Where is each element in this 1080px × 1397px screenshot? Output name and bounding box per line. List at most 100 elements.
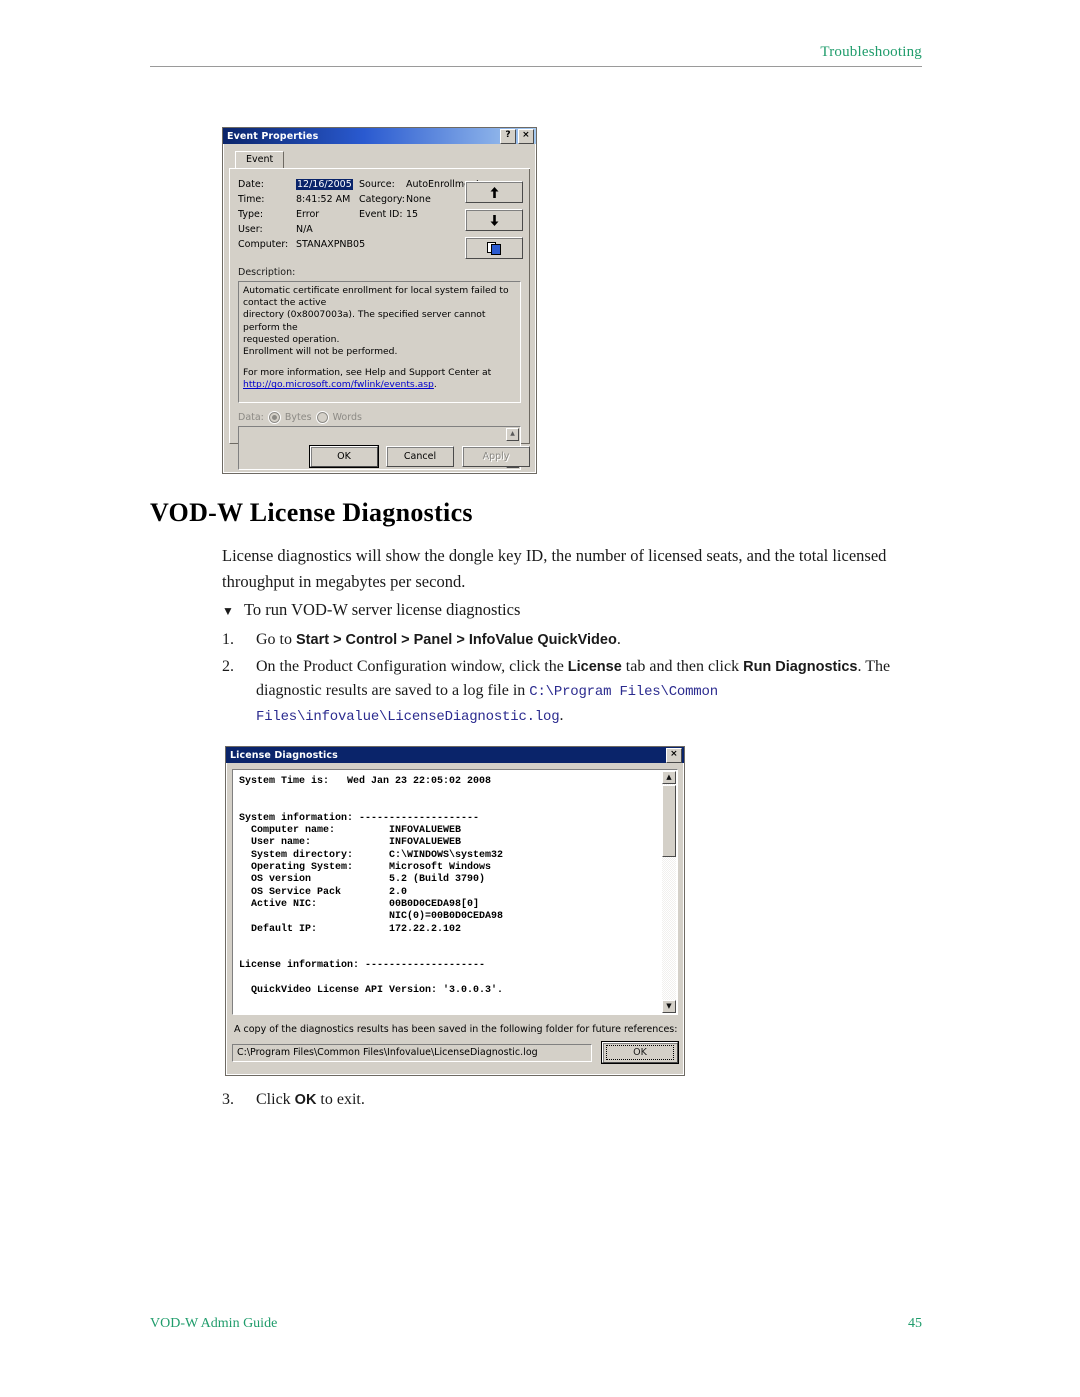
step-3-number: 3. <box>222 1091 234 1108</box>
type-value: Error <box>296 209 320 220</box>
data-format-row: Data: Bytes Words <box>238 412 521 423</box>
event-properties-body: Event Date: 12/16/2005 Source: AutoEnrol… <box>223 144 536 470</box>
copy-button[interactable] <box>465 237 523 259</box>
date-label: Date: <box>238 179 264 190</box>
radio-words-label[interactable]: Words <box>333 412 362 423</box>
description-line-5: For more information, see Help and Suppo… <box>243 367 492 379</box>
step-2-part-3: Run Diagnostics <box>743 659 858 675</box>
diagnostics-output-panel[interactable]: System Time is: Wed Jan 23 22:05:02 2008… <box>232 769 678 1015</box>
eventid-label: Event ID: <box>359 209 403 220</box>
diagnostics-scrollbar[interactable]: ▲ ▼ <box>662 771 676 1013</box>
source-label: Source: <box>359 179 395 190</box>
description-line-1: Automatic certificate enrollment for loc… <box>243 285 509 309</box>
support-center-link[interactable]: http://go.microsoft.com/fwlink/events.as… <box>243 379 434 390</box>
description-link-tail: . <box>433 379 437 391</box>
user-value: N/A <box>296 224 313 235</box>
list-item: 1. Go to Start > Control > Panel > InfoV… <box>222 628 922 652</box>
step-2-part-1: License <box>567 659 622 675</box>
category-value: None <box>406 194 431 205</box>
scrollbar-track[interactable] <box>662 857 676 1000</box>
description-line-2: directory (0x8007003a). The specified se… <box>243 309 486 333</box>
step-3-part-0: Click <box>256 1091 295 1108</box>
page-title: VOD-W License Diagnostics <box>150 498 473 527</box>
radio-bytes-icon[interactable] <box>268 412 280 423</box>
scroll-up-icon[interactable]: ▲ <box>506 428 519 441</box>
eventid-value: 15 <box>406 209 419 220</box>
event-fields: Date: 12/16/2005 Source: AutoEnrollment … <box>238 179 523 265</box>
page-footer: VOD-W Admin Guide 45 <box>150 1316 922 1332</box>
page-running-header: Troubleshooting <box>150 44 922 67</box>
diagnostics-output-text: System Time is: Wed Jan 23 22:05:02 2008… <box>239 776 504 997</box>
step-2-part-0: On the Product Configuration window, cli… <box>256 658 568 675</box>
focus-outline <box>606 1045 674 1060</box>
intro-paragraph: License diagnostics will show the dongle… <box>222 546 887 591</box>
license-diagnostics-body: System Time is: Wed Jan 23 22:05:02 2008… <box>226 763 684 1075</box>
license-diagnostics-title: License Diagnostics <box>230 749 338 761</box>
close-icon[interactable]: × <box>518 128 534 144</box>
step-3-part-2: to exit. <box>316 1091 365 1108</box>
event-nav-buttons <box>465 181 523 265</box>
time-value: 8:41:52 AM <box>296 194 351 205</box>
scroll-down-icon[interactable]: ▼ <box>662 1000 676 1013</box>
step-3-part-1: OK <box>294 1092 317 1108</box>
apply-button: Apply <box>462 446 530 467</box>
date-value-text: 12/16/2005 <box>296 179 353 190</box>
previous-event-button[interactable] <box>465 181 523 203</box>
radio-bytes-label[interactable]: Bytes <box>285 412 312 423</box>
cancel-button[interactable]: Cancel <box>386 446 454 467</box>
event-tab-panel: Date: 12/16/2005 Source: AutoEnrollment … <box>229 169 530 470</box>
category-label: Category: <box>359 194 405 205</box>
footer-page-number: 45 <box>908 1316 922 1331</box>
step-2-part-6: . <box>559 707 564 724</box>
help-icon[interactable]: ? <box>500 128 516 144</box>
log-path-field[interactable]: C:\Program Files\Common Files\Infovalue\… <box>232 1043 592 1062</box>
description-link-row: http://go.microsoft.com/fwlink/events.as… <box>243 379 516 391</box>
step-3-text: Click OK to exit. <box>256 1088 365 1112</box>
event-properties-titlebar: Event Properties ? × <box>223 128 536 144</box>
data-label: Data: <box>238 412 264 423</box>
description-gap <box>243 358 516 367</box>
event-tabstrip: Event <box>229 151 530 169</box>
footer-guide-name: VOD-W Admin Guide <box>150 1316 278 1331</box>
description-line-4: Enrollment will not be performed. <box>243 346 398 358</box>
event-properties-title: Event Properties <box>227 130 319 142</box>
ok-button[interactable]: OK <box>601 1041 679 1064</box>
list-item: 3. Click OK to exit. <box>222 1088 365 1112</box>
type-label: Type: <box>238 209 264 220</box>
saved-copy-note: A copy of the diagnostics results has be… <box>234 1024 678 1035</box>
list-item: 2. On the Product Configuration window, … <box>222 655 922 729</box>
header-rule <box>150 66 922 67</box>
tab-event[interactable]: Event <box>235 151 285 168</box>
ok-button[interactable]: OK <box>309 445 379 468</box>
triangle-marker-icon: ▼ <box>222 604 234 618</box>
step-1-text: Go to Start > Control > Panel > InfoValu… <box>256 628 922 652</box>
step-1-number: 1. <box>222 631 234 648</box>
description-textarea[interactable]: Automatic certificate enrollment for loc… <box>238 281 521 403</box>
computer-value: STANAXPNB05 <box>296 239 366 250</box>
event-dialog-buttons: OK Cancel Apply <box>229 445 530 468</box>
date-value: 12/16/2005 <box>296 179 353 190</box>
license-diagnostics-footer: C:\Program Files\Common Files\Infovalue\… <box>232 1041 679 1064</box>
down-arrow-icon <box>490 214 498 226</box>
user-label: User: <box>238 224 263 235</box>
header-title: Troubleshooting <box>820 44 922 60</box>
scroll-up-icon[interactable]: ▲ <box>662 771 676 784</box>
next-event-button[interactable] <box>465 209 523 231</box>
event-properties-dialog[interactable]: Event Properties ? × Event Date: 12/16/2… <box>222 127 537 474</box>
step-1-part-2: . <box>616 631 621 648</box>
step-1-part-1: Start > Control > Panel > InfoValue Quic… <box>296 632 617 648</box>
procedure-heading-text: To run VOD-W server license diagnostics <box>244 600 521 619</box>
copy-icon <box>486 241 501 255</box>
description-label: Description: <box>238 267 296 278</box>
procedure-steps: 1. Go to Start > Control > Panel > InfoV… <box>222 628 922 732</box>
step-2-number: 2. <box>222 658 234 675</box>
license-diagnostics-window[interactable]: License Diagnostics × System Time is: We… <box>225 746 685 1076</box>
license-diagnostics-titlebar: License Diagnostics × <box>226 747 684 763</box>
description-line-3: requested operation. <box>243 333 340 345</box>
computer-label: Computer: <box>238 239 289 250</box>
step-2-text: On the Product Configuration window, cli… <box>256 655 922 729</box>
scrollbar-thumb[interactable] <box>662 785 676 857</box>
close-icon[interactable]: × <box>666 747 682 763</box>
step-2-part-2: tab and then click <box>621 658 744 675</box>
radio-words-icon[interactable] <box>316 412 328 423</box>
